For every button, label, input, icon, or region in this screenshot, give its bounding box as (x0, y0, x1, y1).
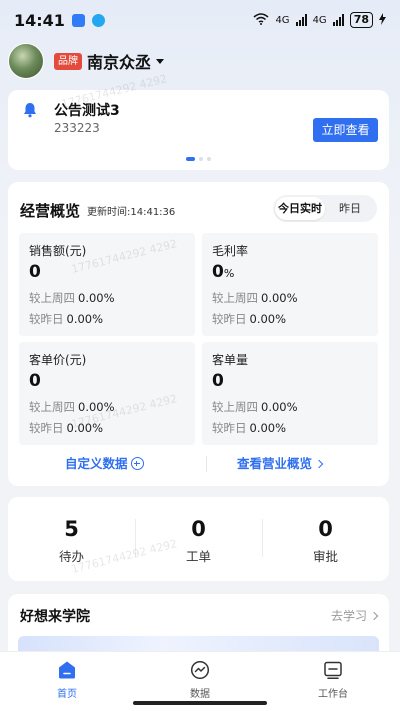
announcement-card: 公告测试3 233223 立即查看 (8, 90, 389, 170)
metric-value: 0 (29, 262, 41, 282)
tab-workbench[interactable]: 工作台 (266, 652, 400, 704)
overview-title: 经营概览 (20, 202, 81, 220)
metric-compare-yesterday: 较昨日 0.00% (212, 421, 287, 435)
task-label: 审批 (312, 549, 338, 564)
announcement-subtitle: 233223 (54, 121, 100, 135)
notification-app-icon (91, 13, 105, 27)
view-now-button[interactable]: 立即查看 (313, 118, 378, 142)
view-business-overview-link[interactable]: 查看营业概览 (237, 454, 324, 474)
metric-label: 客单价(元) (29, 353, 87, 367)
task-label: 待办 (58, 549, 84, 564)
metric-compare-week: 较上周四 0.00% (29, 291, 115, 305)
metric-value: 0 (212, 371, 224, 391)
metric-gross-margin[interactable]: 毛利率 0% 较上周四 0.00% 较昨日 0.00% (202, 233, 378, 336)
bell-icon (22, 102, 38, 118)
metric-avg-ticket[interactable]: 客单价(元) 0 较上周四 0.00% 较昨日 0.00% (19, 342, 195, 445)
battery-icon: 78 (349, 12, 373, 28)
network-label: 4G (312, 14, 327, 26)
update-time: 更新时间:14:41:36 (87, 207, 176, 218)
task-todo[interactable]: 5 待办 (8, 497, 135, 581)
metric-label: 毛利率 (212, 244, 249, 258)
period-toggle[interactable]: 今日实时 昨日 (273, 195, 377, 222)
business-overview-card: 经营概览 更新时间:14:41:36 今日实时 昨日 销售额(元) 0 较上周四… (8, 182, 389, 486)
chevron-right-icon (314, 459, 324, 469)
home-indicator[interactable] (133, 701, 267, 705)
brand-badge: 品牌 (54, 52, 82, 70)
status-bar: 14:41 4G 4G 78 (0, 0, 400, 40)
avatar[interactable] (8, 43, 44, 79)
carousel-indicator (186, 157, 211, 161)
tab-label: 数据 (190, 689, 210, 700)
task-label: 工单 (185, 549, 211, 564)
network-label: 4G (275, 14, 290, 26)
caret-down-icon[interactable] (156, 58, 165, 64)
task-count: 0 (191, 517, 206, 541)
chevron-right-icon (369, 611, 379, 621)
go-learn-link[interactable]: 去学习 (331, 607, 379, 624)
home-icon (57, 660, 77, 680)
charging-icon (379, 12, 386, 28)
tab-today-realtime[interactable]: 今日实时 (275, 197, 325, 220)
metric-compare-yesterday: 较昨日 0.00% (29, 312, 104, 326)
metric-order-count[interactable]: 客单量 0 较上周四 0.00% 较昨日 0.00% (202, 342, 378, 445)
custom-data-link[interactable]: 自定义数据 (65, 454, 144, 474)
tab-data[interactable]: 数据 (133, 652, 267, 704)
metric-compare-week: 较上周四 0.00% (29, 400, 115, 414)
signal-icon (332, 14, 344, 26)
academy-title: 好想来学院 (20, 609, 90, 625)
metric-sales[interactable]: 销售额(元) 0 较上周四 0.00% 较昨日 0.00% (19, 233, 195, 336)
tab-home[interactable]: 首页 (0, 652, 134, 704)
metric-compare-week: 较上周四 0.00% (212, 400, 298, 414)
workbench-icon (323, 660, 343, 680)
status-time: 14:41 (14, 10, 65, 30)
divider (206, 456, 207, 472)
metric-compare-week: 较上周四 0.00% (212, 291, 298, 305)
metric-label: 客单量 (212, 353, 249, 367)
store-name[interactable]: 南京众丞 (87, 49, 151, 73)
notification-app-icon (71, 13, 85, 27)
task-count: 5 (64, 517, 79, 541)
metric-value: 0 (29, 371, 41, 391)
signal-icon (295, 14, 307, 26)
overview-links: 自定义数据 查看营业概览 (8, 454, 389, 476)
task-summary-card: 5 待办 0 工单 0 审批 (8, 497, 389, 581)
metric-compare-yesterday: 较昨日 0.00% (29, 421, 104, 435)
tab-label: 工作台 (318, 689, 348, 700)
tab-yesterday[interactable]: 昨日 (325, 197, 375, 220)
wifi-icon (253, 12, 269, 28)
plus-circle-icon (130, 457, 144, 470)
announcement-title: 公告测试3 (54, 103, 120, 119)
metric-compare-yesterday: 较昨日 0.00% (212, 312, 287, 326)
task-count: 0 (318, 517, 333, 541)
data-icon (190, 660, 210, 680)
task-approval[interactable]: 0 审批 (262, 497, 389, 581)
store-header[interactable]: 品牌 南京众丞 (8, 42, 165, 80)
task-work-order[interactable]: 0 工单 (135, 497, 262, 581)
metric-value: 0% (212, 262, 235, 282)
metric-label: 销售额(元) (29, 244, 87, 258)
tab-label: 首页 (57, 689, 77, 700)
